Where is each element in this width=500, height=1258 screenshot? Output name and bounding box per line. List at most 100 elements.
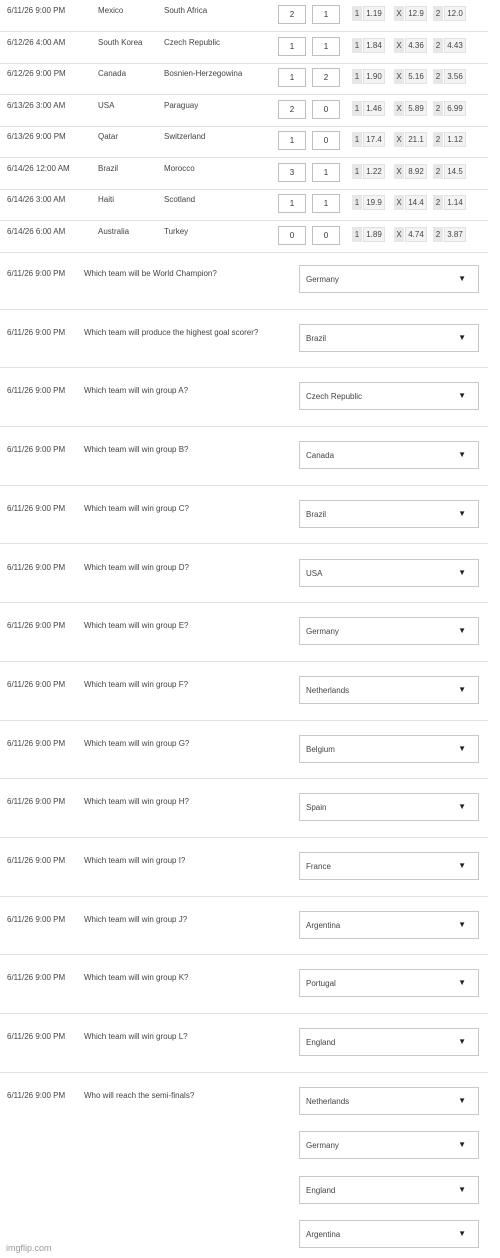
answer-select[interactable]: Germany ▼ bbox=[299, 1131, 479, 1160]
odd-home-win: 1.89 bbox=[363, 226, 385, 242]
chevron-down-icon: ▼ bbox=[458, 332, 466, 342]
home-score-input[interactable]: 1 bbox=[278, 36, 306, 56]
answer-value: France bbox=[306, 862, 331, 871]
answer-select[interactable]: Argentina ▼ bbox=[299, 1220, 479, 1249]
question-date: 6/11/26 9:00 PM bbox=[7, 914, 66, 924]
answer-select[interactable]: Spain ▼ bbox=[299, 793, 479, 822]
away-score-input[interactable]: 2 bbox=[312, 68, 340, 87]
question-row: 6/11/26 9:00 PM Which team will win group… bbox=[0, 720, 488, 780]
answer-select[interactable]: USA ▼ bbox=[299, 558, 479, 587]
match-date: 6/14/26 12:00 AM bbox=[7, 163, 70, 173]
odd-label-away: 2 bbox=[433, 69, 443, 84]
home-team: Qatar bbox=[98, 132, 119, 141]
match-date: 6/13/26 9:00 PM bbox=[7, 132, 66, 141]
chevron-down-icon: ▼ bbox=[458, 1140, 466, 1150]
away-score-input[interactable]: 1 bbox=[312, 5, 340, 24]
odd-label-away: 2 bbox=[433, 6, 443, 21]
match-row: 6/12/26 4:00 AM South Korea Czech Republic… bbox=[0, 32, 488, 64]
answer-select[interactable]: England ▼ bbox=[299, 1028, 479, 1057]
home-team: Brazil bbox=[98, 163, 119, 173]
answer-select[interactable]: France ▼ bbox=[299, 852, 479, 880]
question-row: 6/11/26 9:00 PM Which team will win group… bbox=[0, 661, 488, 721]
away-score-input[interactable]: 0 bbox=[312, 225, 340, 245]
watermark: imgflip.com bbox=[6, 1243, 52, 1253]
odd-home-win: 1.22 bbox=[363, 163, 385, 179]
home-team: Mexico bbox=[98, 6, 124, 15]
answer-select[interactable]: Germany ▼ bbox=[299, 265, 479, 293]
chevron-down-icon: ▼ bbox=[458, 450, 466, 460]
question-text: Which team will win group I? bbox=[84, 856, 186, 865]
answer-select[interactable]: Brazil ▼ bbox=[299, 323, 479, 352]
home-score-input[interactable]: 1 bbox=[278, 68, 306, 87]
answer-select[interactable]: Netherlands ▼ bbox=[299, 675, 479, 704]
question-date: 6/11/26 9:00 PM bbox=[7, 386, 66, 396]
answer-select[interactable]: Czech Republic ▼ bbox=[299, 382, 479, 411]
match-row: 6/12/26 9:00 PM Canada Bosnien-Herzegowina… bbox=[0, 63, 488, 95]
answer-select[interactable]: Germany ▼ bbox=[299, 617, 479, 646]
odd-label-away: 2 bbox=[433, 132, 443, 147]
question-date: 6/11/26 9:00 PM bbox=[7, 973, 66, 983]
question-date: 6/11/26 9:00 PM bbox=[7, 1090, 66, 1100]
chevron-down-icon: ▼ bbox=[458, 1184, 466, 1194]
question-text: Which team will win group K? bbox=[84, 973, 189, 983]
question-date: 6/11/26 9:00 PM bbox=[7, 738, 66, 748]
answer-value: Brazil bbox=[306, 333, 327, 343]
answer-value: Czech Republic bbox=[306, 392, 363, 402]
match-date: 6/11/26 9:00 PM bbox=[7, 6, 66, 15]
question-date: 6/11/26 9:00 PM bbox=[7, 327, 66, 337]
odd-draw: 14.4 bbox=[405, 195, 427, 210]
question-row: 6/11/26 9:00 PM Which team will win group… bbox=[0, 485, 488, 545]
answer-value: Germany bbox=[306, 1141, 339, 1151]
away-score-input[interactable]: 0 bbox=[312, 99, 340, 119]
answer-value: Argentina bbox=[306, 920, 341, 930]
away-team: Switzerland bbox=[164, 132, 206, 141]
answer-select[interactable]: Brazil ▼ bbox=[299, 499, 479, 528]
chevron-down-icon: ▼ bbox=[458, 978, 466, 988]
answer-value: Brazil bbox=[306, 509, 327, 519]
question-date: 6/11/26 9:00 PM bbox=[7, 621, 66, 631]
home-score-input[interactable]: 2 bbox=[278, 99, 306, 119]
answer-select[interactable]: England ▼ bbox=[299, 1175, 479, 1204]
answer-value: Canada bbox=[306, 451, 335, 461]
answer-select[interactable]: Belgium ▼ bbox=[299, 734, 479, 763]
answer-select[interactable]: Canada ▼ bbox=[299, 441, 479, 470]
odd-label-away: 2 bbox=[433, 163, 443, 179]
odd-home-win: 1.46 bbox=[363, 100, 385, 116]
answer-select[interactable]: Argentina ▼ bbox=[299, 910, 479, 939]
question-text: Which team will win group D? bbox=[84, 562, 189, 572]
match-date: 6/14/26 3:00 AM bbox=[7, 195, 66, 204]
answer-select[interactable]: Netherlands ▼ bbox=[299, 1086, 479, 1115]
home-score-input[interactable]: 3 bbox=[278, 162, 306, 182]
odd-label-draw: X bbox=[394, 195, 404, 210]
away-score-input[interactable]: 1 bbox=[312, 194, 340, 213]
odd-label-home: 1 bbox=[352, 132, 362, 147]
odd-home-win: 1.90 bbox=[363, 69, 385, 84]
answer-value: Netherlands bbox=[306, 685, 350, 695]
odd-label-draw: X bbox=[394, 37, 404, 53]
match-date: 6/12/26 4:00 AM bbox=[7, 37, 66, 47]
answer-select[interactable]: Portugal ▼ bbox=[299, 969, 479, 998]
away-score-input[interactable]: 0 bbox=[312, 131, 340, 150]
home-score-input[interactable]: 0 bbox=[278, 225, 306, 245]
away-team: Scotland bbox=[164, 195, 196, 204]
odd-label-home: 1 bbox=[352, 100, 362, 116]
question-row: 6/11/26 9:00 PM Which team will be World … bbox=[0, 250, 488, 310]
odd-away-win: 1.14 bbox=[444, 195, 466, 210]
away-team: South Africa bbox=[164, 6, 208, 15]
match-date: 6/14/26 6:00 AM bbox=[7, 226, 66, 236]
home-score-input[interactable]: 1 bbox=[278, 131, 306, 150]
home-score-input[interactable]: 2 bbox=[278, 5, 306, 24]
odd-away-win: 1.12 bbox=[444, 132, 466, 147]
match-row: 6/14/26 3:00 AM Haiti Scotland 1 1 1 19.9 X 14.4… bbox=[0, 189, 488, 221]
away-team: Czech Republic bbox=[164, 37, 221, 47]
chevron-down-icon: ▼ bbox=[458, 1229, 466, 1239]
away-team: Paraguay bbox=[164, 100, 199, 110]
home-score-input[interactable]: 1 bbox=[278, 194, 306, 213]
odd-away-win: 3.87 bbox=[444, 226, 466, 242]
away-score-input[interactable]: 1 bbox=[312, 162, 340, 182]
question-date: 6/11/26 9:00 PM bbox=[7, 679, 66, 689]
chevron-down-icon: ▼ bbox=[458, 508, 466, 518]
away-score-input[interactable]: 1 bbox=[312, 36, 340, 56]
odd-label-home: 1 bbox=[352, 6, 362, 21]
question-text: Which team will win group C? bbox=[84, 503, 189, 513]
